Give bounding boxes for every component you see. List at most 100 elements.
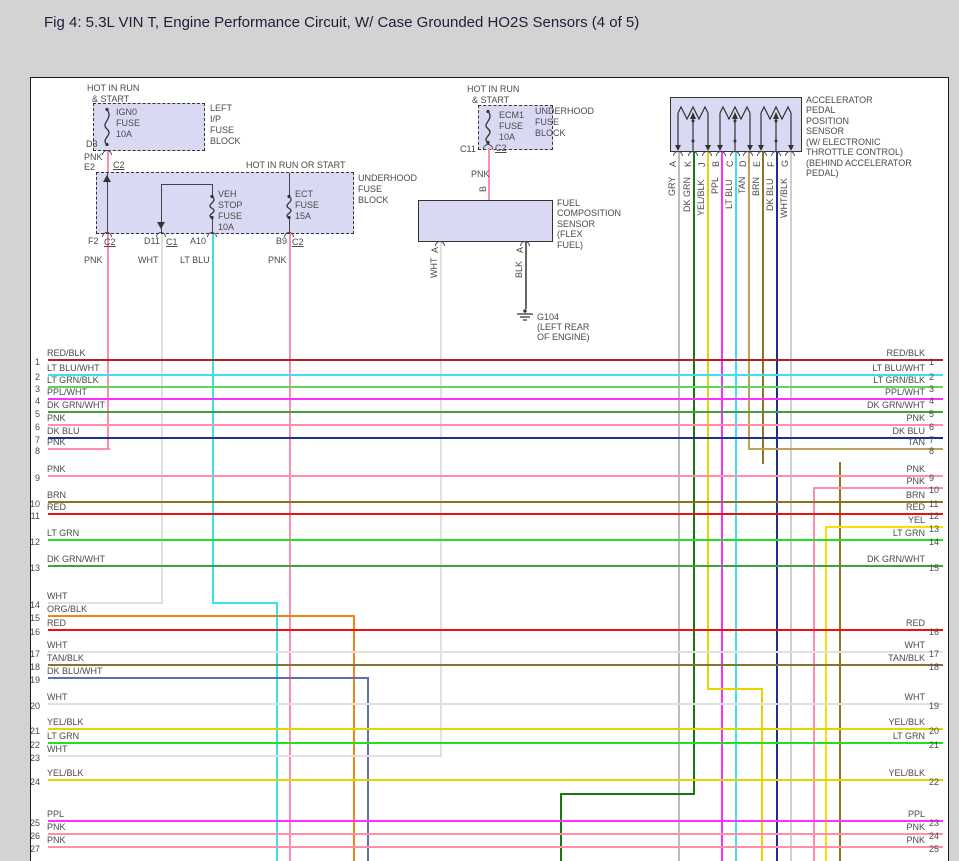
wire-number-right: 10 [929,485,940,495]
wire-number-right: 21 [929,740,940,750]
diagram-text: B [478,185,488,192]
wire-label-right: RED [905,502,925,512]
wire-label-right: DK GRN/WHT [867,554,925,564]
wire-number-left: 15 [29,613,40,623]
diagram-text: C2 [292,237,304,247]
wire-horizontal-yel-blk [48,779,943,781]
wire-number-left: 16 [29,627,40,637]
wire-horizontal-lt-grn-blk [48,386,943,388]
wire-number-left: 9 [34,473,40,483]
wire-horizontal-ppl [48,820,943,822]
wire-number-right: 9 [929,473,935,483]
wire-vertical-dk-blu [776,152,778,861]
wire-number-right: 18 [929,662,940,672]
wire-label-left: LT GRN/BLK [47,375,99,385]
wire-vertical-dk-grn [560,793,562,861]
diagram-text: C11 [460,144,476,154]
wire-label-right: RED [905,618,925,628]
diagram-text: BLOCK [210,136,241,146]
wire-vertical-blk [525,242,527,309]
wire-number-left: 4 [34,396,40,406]
diagram-text: C2 [104,237,116,247]
wire-number-right: 11 [929,499,939,509]
wire-label-right: DK BLU [892,426,925,436]
diagram-text: POSITION [806,116,850,126]
connector-pin-icon [156,232,166,237]
wire-label-left: YEL/BLK [47,717,84,727]
wire-horizontal-red-blk [48,359,943,361]
diagram-text: IGN0 [116,107,138,117]
wire-horizontal-yel-blk [707,688,763,690]
connector-pin-icon [207,232,217,237]
wire-horizontal-yel [825,526,943,528]
diagram-text: PEDAL [806,105,836,115]
diagram-text: UNDERHOOD [535,106,595,116]
diagram-text: YEL/BLK [696,179,706,216]
wire-number-right: 3 [929,384,935,394]
wire-label-left: LT BLU/WHT [47,363,100,373]
connector-pin-icon [102,232,112,237]
diagram-text: (W/ ELECTRONIC [806,137,881,147]
wire-horizontal-yel-blk [48,728,943,730]
diagram-text: D [738,160,748,168]
diagram-text: B [711,160,721,167]
wire-vertical-wht-blk [790,152,792,861]
wire-horizontal-pnk [48,475,943,477]
diagram-text: PNK [84,152,103,162]
wire-number-right: 25 [929,844,940,854]
diagram-text: BLOCK [535,128,566,138]
diagram-text: DK GRN [682,176,692,212]
diagram-text: ECT [295,189,313,199]
wire-number-right: 6 [929,422,935,432]
wire-label-left: YEL/BLK [47,768,84,778]
wire-horizontal-pnk [48,448,110,450]
diagram-text: FUEL) [557,240,584,250]
diagram-text: C1 [166,237,178,247]
wire-number-left: 3 [34,384,40,394]
connector-pin-icon [673,151,683,156]
wire-number-left: 17 [29,649,40,659]
wire-number-right: 8 [929,446,935,456]
ground-icon [516,309,534,327]
wire-label-left: PPL/WHT [47,387,88,397]
diagram-text: DK BLU [765,178,775,211]
connector-pin-icon [785,151,795,156]
wire-number-left: 18 [29,662,40,672]
diagram-text: I/P [210,114,222,124]
diagram-text: HOT IN RUN [87,83,140,93]
wire-label-left: PNK [47,464,66,474]
wire-horizontal-ppl-wht [48,398,943,400]
wire-vertical-wht [161,234,163,604]
wire-number-right: 23 [929,818,940,828]
wire-vertical-wht [440,242,442,757]
diagram-text: PNK [471,169,490,179]
diagram-text: A10 [190,236,207,246]
wire-number-right: 16 [929,627,940,637]
wire-label-left: WHT [47,591,68,601]
wire-label-left: LT GRN [47,731,80,741]
wire-label-left: RED/BLK [47,348,86,358]
wire-number-left: 10 [29,499,40,509]
wire-label-right: WHT [904,640,926,650]
diagram-text: BLK [514,260,524,278]
wire-number-left: 22 [29,740,40,750]
wire-horizontal-org-blk [48,615,355,617]
wire-label-right: YEL [907,515,925,525]
wire-horizontal-red [48,513,943,515]
diagram-text: C [725,160,735,168]
diagram-text: ECM1 [499,110,525,120]
wire-label-right: PPL/WHT [884,387,925,397]
wire-number-right: 20 [929,726,940,736]
wire-vertical-pnk [107,234,109,450]
wire-number-right: 5 [929,409,935,419]
diagram-text: & START [472,95,510,105]
wire-label-right: PNK [906,413,925,423]
diagram-text: BRN [751,176,761,196]
wire-number-right: 24 [929,831,940,841]
diagram-text: G [780,159,790,167]
wiring-diagram-page: Fig 4: 5.3L VIN T, Engine Performance Ci… [0,0,959,861]
wire-label-left: PNK [47,822,66,832]
diagram-text: (FLEX [557,229,583,239]
wire-horizontal-lt-blu-wht [48,374,943,376]
wire-label-left: TAN/BLK [47,653,84,663]
